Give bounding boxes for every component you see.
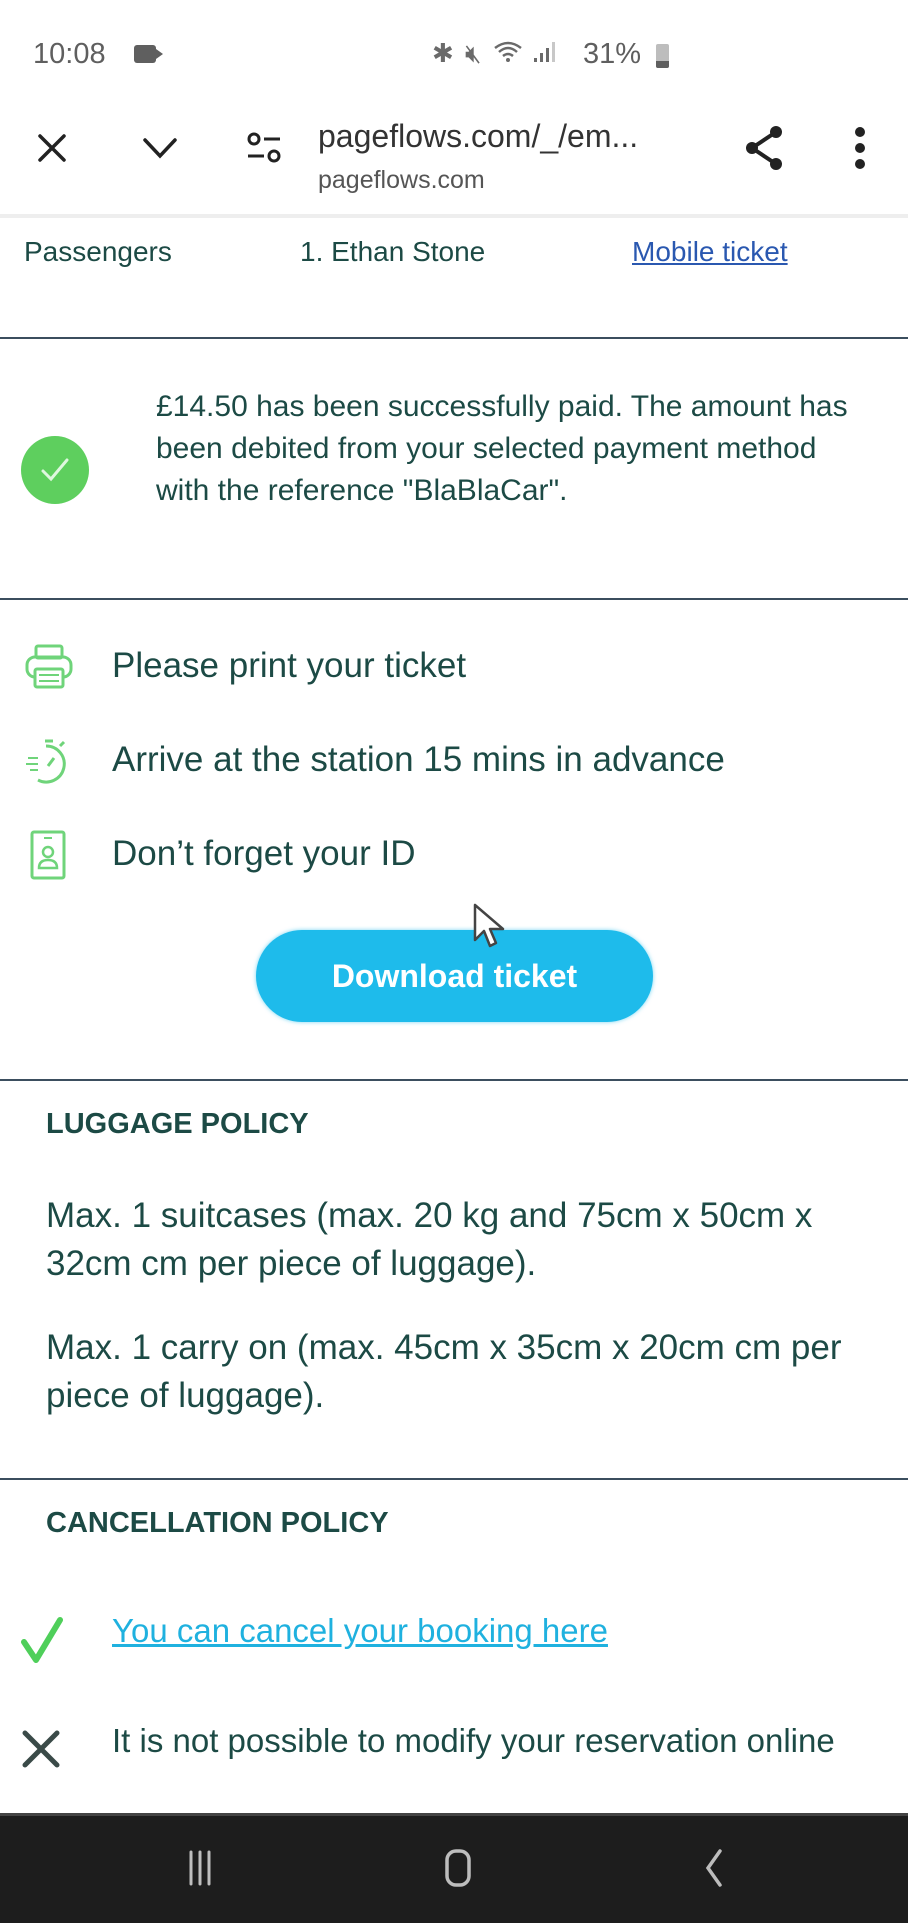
- payment-confirmation-message: £14.50 has been successfully paid. The a…: [156, 390, 848, 507]
- passengers-label: Passengers: [24, 236, 172, 267]
- chevron-down-icon: [143, 138, 177, 159]
- status-time: 10:08: [33, 38, 106, 70]
- recent-apps-icon: [189, 1850, 211, 1886]
- minimize-button[interactable]: [136, 124, 184, 172]
- mobile-ticket-link[interactable]: Mobile ticket: [632, 236, 788, 268]
- luggage-suitcase-rule: Max. 1 suitcases (max. 20 kg and 75cm x …: [46, 1196, 813, 1283]
- cancel-booking-link[interactable]: You can cancel your booking here: [112, 1612, 608, 1650]
- home-button[interactable]: [428, 1838, 488, 1898]
- check-icon: [20, 1616, 66, 1671]
- cancellation-policy-title: CANCELLATION POLICY: [46, 1507, 389, 1539]
- reminder-print: Please print your ticket: [112, 646, 467, 685]
- mute-icon: 🔇︎: [465, 38, 484, 68]
- reminder-arrive: Arrive at the station 15 mins in advance: [112, 740, 725, 779]
- recent-apps-button[interactable]: [170, 1838, 230, 1898]
- back-icon: [705, 1849, 722, 1887]
- wifi-icon: [493, 41, 522, 62]
- divider: [0, 598, 908, 600]
- tune-icon: [247, 132, 281, 163]
- mouse-cursor-icon: [472, 902, 506, 955]
- checkmark-icon: [41, 458, 69, 482]
- download-ticket-button[interactable]: Download ticket: [256, 930, 653, 1022]
- cross-icon: [20, 1728, 62, 1775]
- close-icon: [38, 134, 66, 162]
- modify-reservation-notice: It is not possible to modify your reserv…: [112, 1722, 835, 1759]
- share-button[interactable]: [736, 120, 792, 176]
- status-icons: ✱ 🔇︎: [432, 38, 558, 70]
- close-button[interactable]: [28, 124, 76, 172]
- site-settings-button[interactable]: [240, 124, 288, 172]
- signal-icon: [533, 42, 555, 62]
- url-domain: pageflows.com: [318, 166, 485, 194]
- printer-icon: [24, 642, 74, 692]
- id-card-icon: [24, 830, 74, 880]
- battery-percentage: 31%: [583, 38, 642, 70]
- android-navigation-bar: [0, 1813, 908, 1923]
- divider: [0, 337, 908, 339]
- luggage-policy-title: LUGGAGE POLICY: [46, 1108, 309, 1140]
- more-vertical-icon: [855, 127, 865, 169]
- more-options-button[interactable]: [836, 120, 884, 176]
- stopwatch-icon: [24, 736, 74, 786]
- battery-level: [656, 60, 669, 68]
- home-icon: [445, 1849, 471, 1887]
- luggage-carry-on-rule: Max. 1 carry on (max. 45cm x 35cm x 20cm…: [46, 1328, 842, 1415]
- reminder-id: Don’t forget your ID: [112, 834, 416, 873]
- share-icon: [746, 126, 782, 170]
- back-button[interactable]: [684, 1838, 744, 1898]
- url-text[interactable]: pageflows.com/_/em...: [318, 118, 638, 155]
- video-recording-icon: [134, 45, 163, 63]
- bluetooth-icon: ✱: [432, 38, 456, 68]
- divider: [0, 1079, 908, 1081]
- success-badge: [21, 436, 89, 504]
- passenger-name: 1. Ethan Stone: [300, 236, 486, 267]
- divider: [0, 1478, 908, 1480]
- battery-icon: [656, 44, 669, 68]
